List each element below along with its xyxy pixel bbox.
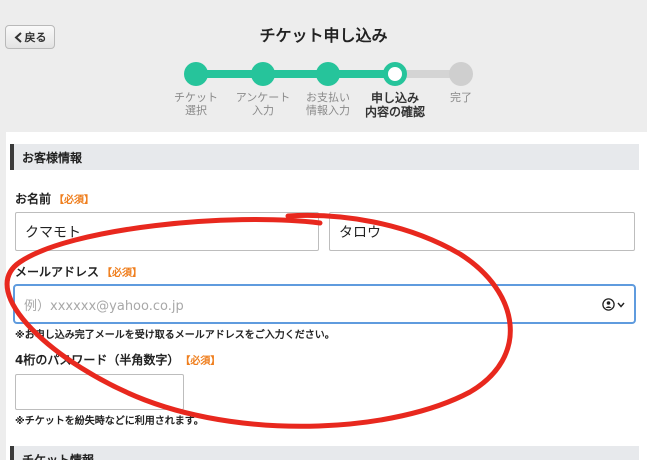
- contact-autofill-icon[interactable]: [602, 298, 625, 311]
- customer-section-header: お客様情報: [10, 144, 639, 170]
- email-input[interactable]: 例）xxxxxx@yahoo.co.jp: [13, 284, 636, 324]
- step-label-confirm: 申し込み 内容の確認: [364, 91, 425, 119]
- password-note: ※チケットを紛失時などに利用されます。: [15, 416, 204, 427]
- name-required-badge: 【必須】: [54, 195, 95, 206]
- name-label-text: お名前: [15, 192, 52, 206]
- email-note: ※お申し込み完了メールを受け取るメールアドレスをご入力ください。: [15, 330, 335, 341]
- email-placeholder: 例）xxxxxx@yahoo.co.jp: [24, 298, 184, 314]
- last-name-input[interactable]: クマモト: [15, 212, 319, 251]
- password-label-text: 4桁のパスワード（半角数字）: [15, 353, 180, 367]
- progress-line-complete: [196, 70, 384, 78]
- ticket-section-header: チケット情報: [10, 446, 639, 460]
- step-label-ticket: チケット 選択: [174, 91, 218, 117]
- page-title: チケット申し込み: [259, 26, 388, 45]
- header: 戻る チケット申し込み チケット 選択 アンケート 入力 お支払い 情報入力 申…: [0, 0, 647, 130]
- password-label: 4桁のパスワード（半角数字） 【必須】: [15, 351, 220, 368]
- last-name-value: クマモト: [25, 224, 81, 241]
- step-dot-ticket: [184, 62, 208, 86]
- email-required-badge: 【必須】: [102, 268, 143, 279]
- step-label-complete: 完了: [450, 91, 472, 104]
- password-required-badge: 【必須】: [185, 356, 221, 367]
- first-name-input[interactable]: タロウ: [329, 212, 635, 251]
- step-dot-survey: [251, 62, 275, 86]
- step-label-survey: アンケート 入力: [235, 91, 291, 117]
- email-label: メールアドレス 【必須】: [15, 263, 142, 280]
- step-dot-confirm: [383, 62, 407, 86]
- step-dot-complete: [449, 62, 473, 86]
- step-label-payment: お支払い 情報入力: [306, 91, 350, 117]
- first-name-value: タロウ: [339, 224, 381, 241]
- name-label: お名前 【必須】: [15, 190, 94, 207]
- progress-steps: チケット 選択 アンケート 入力 お支払い 情報入力 申し込み 内容の確認 完了: [170, 58, 480, 128]
- password-input[interactable]: [15, 374, 184, 410]
- form-panel: お客様情報 お名前 【必須】 クマモト タロウ メールアドレス 【必須】 例）xxx…: [6, 132, 647, 460]
- email-label-text: メールアドレス: [15, 265, 100, 279]
- step-dot-payment: [316, 62, 340, 86]
